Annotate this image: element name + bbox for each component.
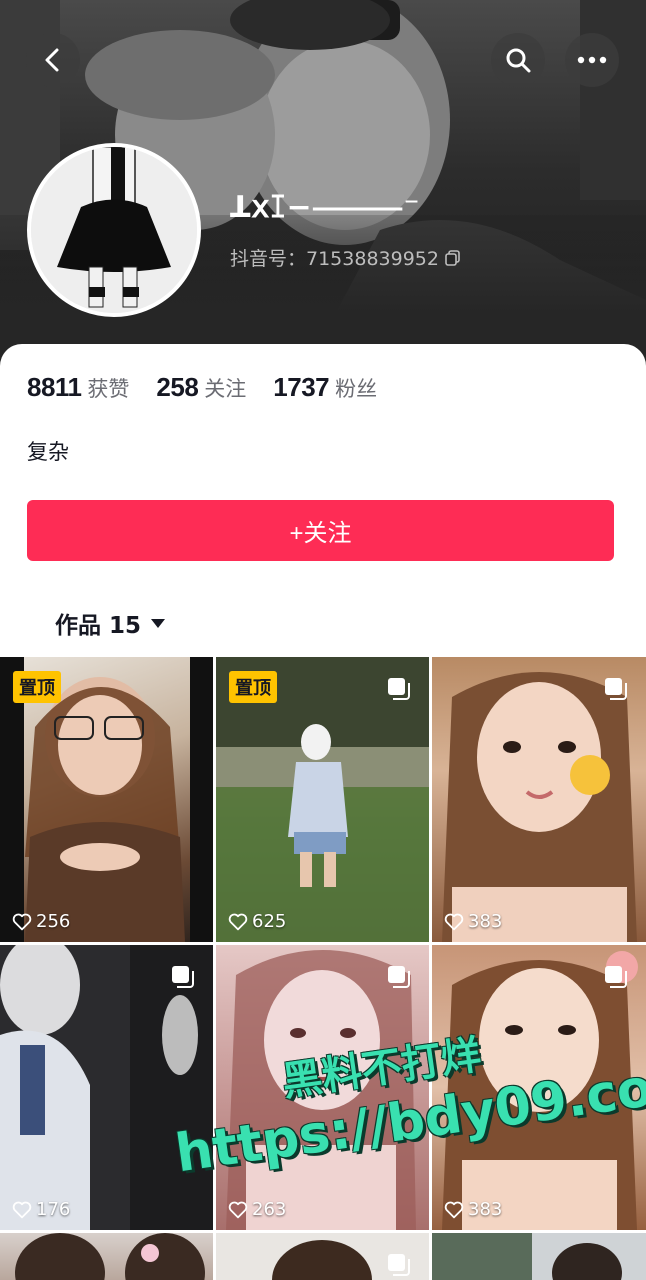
stat-likes[interactable]: 8811 获赞	[27, 372, 129, 403]
multi-image-icon	[388, 1254, 410, 1276]
douyin-id: 抖音号：71538839952	[230, 244, 461, 271]
heart-icon	[12, 1201, 32, 1218]
copy-icon[interactable]	[445, 249, 461, 266]
multi-image-icon	[172, 966, 194, 988]
nickname: ꓕ𝗑ꕯ−⸻⁻	[230, 190, 421, 225]
video-tile[interactable]: 176	[0, 945, 213, 1230]
followers-label: 粉丝	[335, 377, 378, 401]
likes-count: 383	[468, 1199, 503, 1220]
works-tab-label: 作品 15	[55, 613, 142, 639]
video-tile[interactable]: 置顶 256	[0, 657, 213, 942]
likes-counter: 263	[228, 1199, 286, 1220]
tab-works[interactable]: 作品 15	[55, 606, 166, 640]
follow-button[interactable]: +关注	[27, 500, 614, 561]
douyin-id-text: 抖音号：71538839952	[230, 248, 439, 270]
video-thumbnail	[15, 1233, 205, 1280]
likes-count: 8811	[27, 372, 82, 402]
avatar-illustration	[31, 147, 197, 313]
heart-icon	[228, 1201, 248, 1218]
heart-icon	[12, 913, 32, 930]
followers-count: 1737	[273, 372, 330, 402]
profile-card: 8811 获赞 258 关注 1737 粉丝 复杂 +关注 作品 15	[0, 344, 646, 656]
pinned-badge: 置顶	[13, 671, 61, 703]
search-icon	[506, 48, 531, 73]
heart-icon	[228, 913, 248, 930]
stat-followers[interactable]: 1737 粉丝	[273, 372, 377, 403]
likes-counter: 383	[444, 911, 502, 932]
multi-image-icon	[388, 966, 410, 988]
likes-counter: 625	[228, 911, 286, 932]
search-button[interactable]	[491, 33, 545, 87]
multi-image-icon	[605, 966, 627, 988]
likes-count: 383	[468, 911, 503, 932]
video-tile[interactable]	[0, 1233, 213, 1280]
back-icon	[45, 48, 59, 72]
more-icon	[577, 56, 607, 64]
back-button[interactable]	[26, 33, 80, 87]
following-count: 258	[156, 372, 199, 402]
avatar[interactable]	[27, 143, 201, 317]
following-label: 关注	[204, 377, 247, 401]
video-thumbnail	[432, 1233, 622, 1280]
heart-icon	[444, 1201, 464, 1218]
multi-image-icon	[605, 678, 627, 700]
dropdown-triangle-icon	[151, 618, 166, 628]
likes-count: 625	[252, 911, 287, 932]
video-tile[interactable]	[432, 1233, 646, 1280]
likes-count: 256	[36, 911, 71, 932]
more-button[interactable]	[565, 33, 619, 87]
likes-count: 176	[36, 1199, 71, 1220]
likes-counter: 176	[12, 1199, 70, 1220]
video-tile[interactable]: 383	[432, 657, 646, 942]
stat-following[interactable]: 258 关注	[156, 372, 246, 403]
likes-counter: 256	[12, 911, 70, 932]
multi-image-icon	[388, 678, 410, 700]
stats-row: 8811 获赞 258 关注 1737 粉丝	[27, 372, 404, 403]
likes-label: 获赞	[87, 377, 130, 401]
video-tile[interactable]	[216, 1233, 429, 1280]
bio-text: 复杂	[27, 440, 69, 464]
heart-icon	[444, 913, 464, 930]
likes-count: 263	[252, 1199, 287, 1220]
video-tile[interactable]: 置顶 625	[216, 657, 429, 942]
pinned-badge: 置顶	[229, 671, 277, 703]
likes-counter: 383	[444, 1199, 502, 1220]
